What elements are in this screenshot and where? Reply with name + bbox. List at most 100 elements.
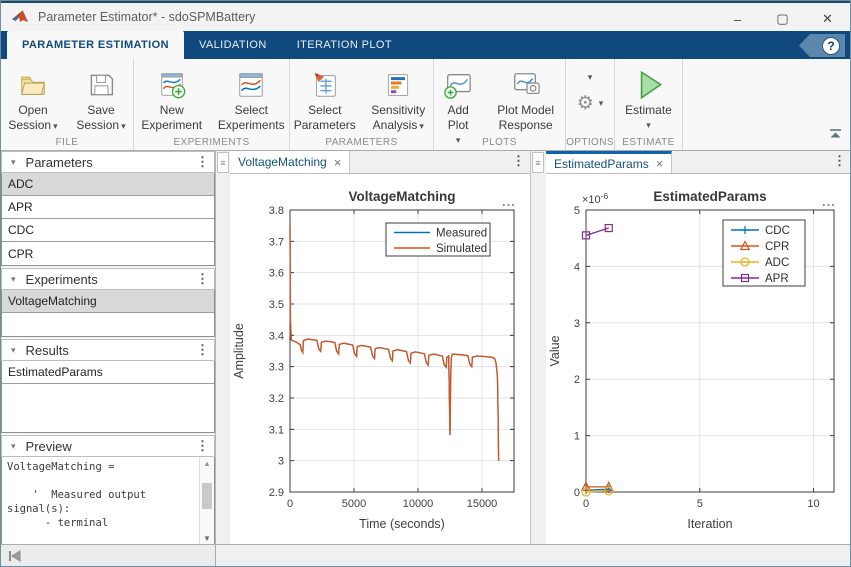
select-parameters-icon [310,67,340,103]
close-tab-icon[interactable]: × [334,155,342,170]
experiments-list: VoltageMatching [1,290,215,337]
open-session-label: Open Session [8,103,51,132]
svg-text:5: 5 [574,205,580,217]
new-experiment-label: New Experiment [137,103,207,133]
status-bar-left [1,545,216,566]
svg-text:0: 0 [583,498,589,510]
preview-section-title: Preview [26,439,72,454]
splitter-handle-icon[interactable]: ≡ [217,152,229,173]
experiments-menu-icon[interactable]: ⋮ [196,271,209,287]
svg-text:ADC: ADC [765,257,789,269]
save-icon [87,67,115,103]
group-label-parameters: PARAMETERS [290,137,433,148]
maximize-button[interactable]: ▢ [760,5,805,33]
group-label-plots: PLOTS [434,137,565,148]
svg-text:Value: Value [548,335,562,366]
group-file: Open Session▾ Save Session▾ FILE [1,59,134,150]
chart-title: EstimatedParams [653,189,766,204]
close-button[interactable]: ✕ [805,5,850,33]
dropdown-arrow-icon: ▾ [646,121,651,130]
options-button[interactable]: ⚙ ▾ [577,94,604,113]
group-label-file: FILE [1,137,133,148]
svg-text:0: 0 [574,487,580,499]
svg-text:APR: APR [765,273,789,285]
svg-text:2: 2 [574,374,580,386]
group-label-options: OPTIONS [566,137,614,148]
scroll-up-icon[interactable]: ▲ [200,459,214,468]
svg-text:3.7: 3.7 [269,236,284,248]
experiment-row-voltagematching[interactable]: VoltageMatching [2,290,214,313]
tab-parameter-estimation[interactable]: PARAMETER ESTIMATION [7,31,184,59]
preview-section-header[interactable]: ▾ Preview ⋮ [1,435,215,457]
add-plot-icon [442,67,474,103]
voltagematching-tab-label: VoltageMatching [238,155,327,169]
estimatedparams-tab-label: EstimatedParams [554,157,649,171]
minimize-button[interactable]: – [715,5,760,33]
parameters-section-title: Parameters [26,155,93,170]
voltagematching-document: VoltageMatching × ⋮ 0500010000150002.933… [230,151,531,546]
parameter-row-adc[interactable]: ADC [2,173,214,196]
matlab-logo-icon [11,9,29,25]
experiments-section-header[interactable]: ▾ Experiments ⋮ [1,268,215,290]
open-folder-icon [18,67,48,103]
group-experiments: New Experiment Select Experiments EXPERI… [134,59,290,150]
collapse-ribbon-button[interactable] [829,126,842,144]
select-experiments-icon [236,67,266,103]
svg-text:3.1: 3.1 [269,424,284,436]
splitter-handle-icon[interactable]: ≡ [532,152,544,173]
experiments-section-title: Experiments [26,272,98,287]
svg-text:15000: 15000 [467,498,498,510]
svg-text:5000: 5000 [342,498,366,510]
experiment-row-empty[interactable] [2,313,214,336]
dropdown-arrow-icon: ▾ [419,121,424,131]
estimatedparams-panel-menu-icon[interactable]: ⋮ [833,153,846,169]
results-section-header[interactable]: ▾ Results ⋮ [1,339,215,361]
parameters-list: ADC APR CDC CPR [1,173,215,266]
panel-splitter-right[interactable]: ≡ [531,151,546,546]
axes-toolbar-ellipsis-icon[interactable]: ... [502,194,516,209]
estimatedparams-chart-area: 0510012345EstimatedParams...IterationVal… [546,174,851,545]
toolstrip-tab-bar: PARAMETER ESTIMATION VALIDATION ITERATIO… [1,31,850,59]
voltagematching-chart[interactable]: 0500010000150002.933.13.23.33.43.53.63.7… [230,174,531,545]
preview-menu-icon[interactable]: ⋮ [196,438,209,454]
svg-text:10000: 10000 [403,498,434,510]
group-plots: Add Plot ▾ Plot Model Response PLOTS [434,59,566,150]
options-dropdown-arrow-icon[interactable]: ▾ [588,73,593,82]
voltagematching-tab[interactable]: VoltageMatching × [230,151,350,173]
voltagematching-panel-menu-icon[interactable]: ⋮ [512,153,525,169]
dropdown-arrow-icon: ▾ [121,121,126,131]
tab-validation[interactable]: VALIDATION [184,31,282,59]
help-icon: ? [822,37,840,55]
parameters-menu-icon[interactable]: ⋮ [196,154,209,170]
svg-text:Time (seconds): Time (seconds) [359,517,445,531]
tab-iteration-plot[interactable]: ITERATION PLOT [282,31,407,59]
scroll-down-icon[interactable]: ▼ [200,534,214,543]
estimatedparams-tab[interactable]: EstimatedParams × [546,151,672,173]
estimatedparams-chart[interactable]: 0510012345EstimatedParams...IterationVal… [546,174,851,545]
select-experiments-label: Select Experiments [217,103,287,133]
parameters-section-header[interactable]: ▾ Parameters ⋮ [1,151,215,173]
axes-toolbar-ellipsis-icon[interactable]: ... [822,194,836,209]
parameter-row-cdc[interactable]: CDC [2,219,214,242]
chart-title: VoltageMatching [348,189,455,204]
collapse-section-icon: ▾ [11,274,16,285]
parameter-row-cpr[interactable]: CPR [2,242,214,265]
parameter-estimator-window: Parameter Estimator* - sdoSPMBattery – ▢… [0,0,851,567]
result-row-estimatedparams[interactable]: EstimatedParams [2,361,214,384]
svg-text:0: 0 [287,498,293,510]
skip-to-start-icon[interactable] [8,550,22,562]
results-menu-icon[interactable]: ⋮ [196,342,209,358]
preview-scrollbar[interactable]: ▲ ▼ [199,457,214,545]
parameter-row-apr[interactable]: APR [2,196,214,219]
close-tab-icon[interactable]: × [656,156,664,171]
results-section-title: Results [26,343,69,358]
estimate-label: Estimate [625,103,672,118]
scrollbar-thumb[interactable] [202,483,212,509]
plot-model-response-icon [510,67,542,103]
svg-text:4: 4 [574,261,580,273]
svg-text:5: 5 [697,498,703,510]
panel-splitter-left[interactable]: ≡ [216,151,230,546]
svg-text:3.6: 3.6 [269,268,284,280]
voltagematching-tab-bar: VoltageMatching × ⋮ [230,151,530,174]
svg-text:Amplitude: Amplitude [232,323,246,379]
